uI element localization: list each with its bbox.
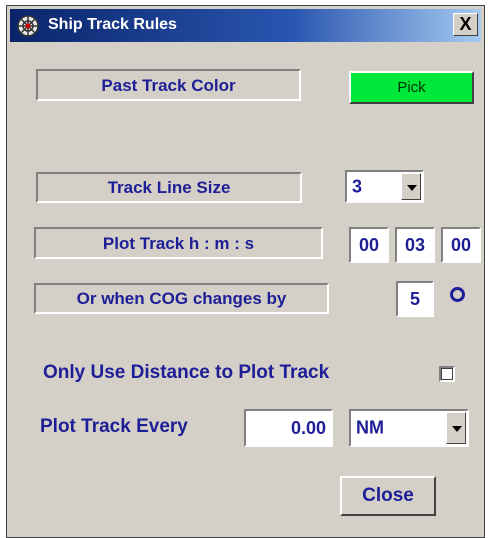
- plot-distance-input[interactable]: 0.00: [244, 409, 333, 447]
- distance-only-checkbox[interactable]: [439, 366, 455, 382]
- dropdown-arrow-icon[interactable]: [401, 173, 421, 200]
- title-bar[interactable]: Ship Track Rules X: [10, 9, 481, 42]
- cog-change-label: Or when COG changes by: [34, 283, 329, 314]
- seconds-input[interactable]: 00: [441, 227, 481, 263]
- window-title: Ship Track Rules: [48, 16, 177, 33]
- close-button[interactable]: Close: [340, 476, 436, 516]
- distance-unit-value: NM: [356, 417, 384, 438]
- plot-track-interval-label: Plot Track h : m : s: [34, 227, 323, 259]
- plot-track-every-label: Plot Track Every: [40, 416, 188, 437]
- ship-track-rules-dialog: Ship Track Rules X Past Track Color Pick…: [6, 5, 485, 538]
- minutes-input[interactable]: 03: [395, 227, 435, 263]
- track-line-size-select[interactable]: 3: [345, 170, 424, 203]
- ship-wheel-icon: [17, 15, 39, 37]
- close-window-button[interactable]: X: [453, 13, 478, 36]
- hours-input[interactable]: 00: [349, 227, 389, 263]
- distance-unit-select[interactable]: NM: [349, 409, 469, 447]
- past-track-color-label: Past Track Color: [36, 69, 301, 101]
- distance-only-label: Only Use Distance to Plot Track: [43, 362, 330, 383]
- track-line-size-value: 3: [352, 176, 363, 196]
- pick-color-button[interactable]: Pick: [349, 71, 474, 104]
- cog-change-input[interactable]: 5: [396, 281, 434, 317]
- dropdown-arrow-icon[interactable]: [446, 412, 466, 444]
- degree-icon: [450, 287, 465, 302]
- track-line-size-label: Track Line Size: [36, 172, 302, 203]
